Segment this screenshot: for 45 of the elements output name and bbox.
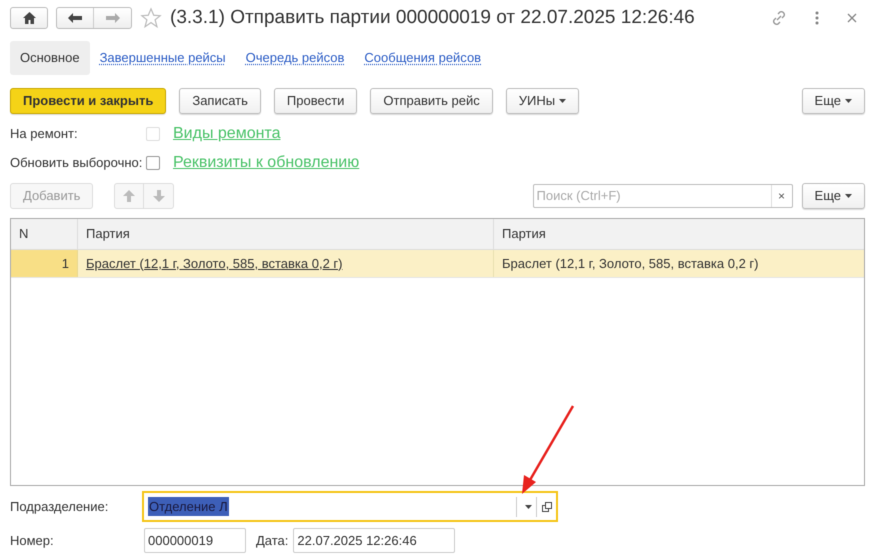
star-icon[interactable]	[140, 7, 162, 29]
link-icon[interactable]	[771, 10, 787, 26]
open-window-icon	[542, 502, 552, 512]
checkbox[interactable]	[146, 156, 160, 170]
up-arrow-icon	[123, 190, 136, 202]
caret-icon	[525, 504, 532, 508]
home-icon	[22, 12, 36, 24]
toolbar-button[interactable]: Провести и закрыть	[10, 88, 166, 114]
close-icon[interactable]	[847, 13, 857, 23]
column-header[interactable]: N	[11, 219, 78, 249]
table-cell-text: Браслет (12,1 г, Золото, 585, вставка 0,2 г)	[501, 254, 760, 273]
number-field[interactable]: 000000019	[144, 528, 246, 553]
field-label: Дата:	[256, 532, 288, 550]
table-row[interactable]: 1 Браслет (12,1 г, Золото, 585, вставка 0,2 г) Браслет (12,1 г, Золото, 585, вставка 0,2 г)	[11, 250, 864, 278]
tab[interactable]: Очередь рейсов	[236, 41, 354, 75]
caret-icon	[845, 99, 852, 103]
toolbar-button[interactable]: Записать	[179, 88, 261, 114]
clear-button[interactable]: ×	[770, 185, 792, 207]
caret-icon	[559, 99, 566, 103]
field-label: На ремонт:	[10, 125, 79, 144]
field-label: Обновить выборочно:	[10, 154, 144, 172]
toolbar-button[interactable]: Еще	[802, 183, 865, 209]
toolbar-button[interactable]: Отправить рейс	[370, 88, 493, 114]
home-button[interactable]	[10, 7, 48, 29]
window-title: (3.3.1) Отправить партии 000000019 от 22.07.2025 12:26:46	[170, 6, 695, 30]
toolbar-button[interactable]: УИНы	[506, 88, 580, 114]
toolbar-button[interactable]: Еще	[802, 88, 865, 114]
field-label: Подразделение:	[10, 498, 110, 516]
more-icon[interactable]	[815, 11, 819, 25]
tab[interactable]: Сообщения рейсов	[354, 41, 492, 75]
left-arrow-icon	[68, 13, 82, 23]
date-field[interactable]: 22.07.2025 12:26:46	[293, 528, 456, 553]
down-arrow-icon	[152, 190, 165, 202]
toolbar-button[interactable]: Провести	[274, 88, 358, 114]
right-arrow-icon	[106, 13, 120, 23]
column-header[interactable]: Партия	[78, 219, 494, 249]
search-field[interactable]: Поиск (Ctrl+F) ×	[532, 184, 793, 208]
field-label: Номер:	[10, 532, 55, 550]
caret-icon	[845, 194, 852, 198]
table-cell: 1	[11, 250, 78, 277]
tab[interactable]: Основное	[10, 41, 90, 75]
column-header[interactable]: Партия	[494, 219, 864, 249]
table-cell: Браслет (12,1 г, Золото, 585, вставка 0,2 г)	[78, 250, 494, 277]
tab[interactable]: Завершенные рейсы	[90, 41, 236, 75]
search-input[interactable]: Поиск (Ctrl+F)	[534, 186, 771, 206]
